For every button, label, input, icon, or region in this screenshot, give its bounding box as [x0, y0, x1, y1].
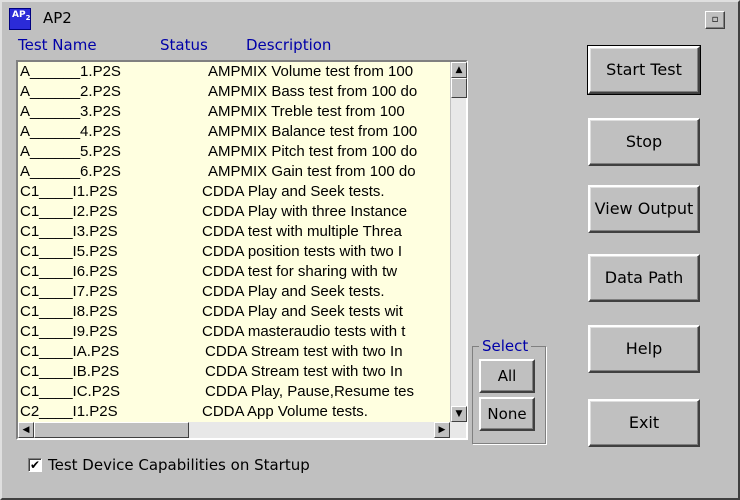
test-name: A______1.P2S	[20, 63, 121, 80]
test-description: CDDA Play and Seek tests.	[202, 283, 385, 300]
test-description: AMPMIX Treble test from 100	[208, 103, 405, 120]
list-item[interactable]: A______6.P2S AMPMIX Gain test from 100 do	[18, 162, 450, 182]
test-description: CDDA Stream test with two In	[205, 363, 403, 380]
title-bar[interactable]: AP2 AP2 ▫	[3, 3, 737, 30]
window-title: AP2	[43, 9, 72, 27]
startup-checkbox-label[interactable]: Test Device Capabilities on Startup	[48, 456, 310, 474]
list-item[interactable]: C1____IB.P2S CDDA Stream test with two In	[18, 362, 450, 382]
ap2-window: AP2 AP2 ▫ Test Name Status Description A…	[0, 0, 740, 500]
test-description: CDDA App Volume tests.	[202, 403, 368, 420]
test-list-rows: A______1.P2S AMPMIX Volume test from 100 A…	[18, 62, 450, 422]
test-description: AMPMIX Bass test from 100 do	[208, 83, 418, 100]
data-path-button[interactable]: Data Path	[588, 254, 700, 302]
test-description: CDDA masteraudio tests with t	[202, 323, 406, 340]
header-status: Status	[160, 36, 208, 54]
header-description: Description	[246, 36, 332, 54]
test-name: A______2.P2S	[20, 83, 121, 100]
test-name: C1____IB.P2S	[20, 363, 120, 380]
list-item[interactable]: C1____I5.P2S CDDA position tests with two…	[18, 242, 450, 262]
scroll-up-icon[interactable]: ▲	[451, 62, 467, 78]
test-description: AMPMIX Pitch test from 100 do	[208, 143, 418, 160]
test-description: CDDA Stream test with two In	[205, 343, 403, 360]
stop-button[interactable]: Stop	[588, 118, 700, 166]
test-list[interactable]: A______1.P2S AMPMIX Volume test from 100 A…	[16, 60, 468, 440]
test-description: AMPMIX Volume test from 100	[208, 63, 414, 80]
list-item[interactable]: A______2.P2S AMPMIX Bass test from 100 do	[18, 82, 450, 102]
list-item[interactable]: A______5.P2S AMPMIX Pitch test from 100 d…	[18, 142, 450, 162]
scroll-right-icon[interactable]: ▶	[434, 422, 450, 438]
horizontal-scrollbar[interactable]: ◀ ▶	[18, 422, 466, 438]
test-description: CDDA Play with three Instance	[202, 203, 408, 220]
test-description: CDDA test with multiple Threa	[202, 223, 402, 240]
test-name: C1____I7.P2S	[20, 283, 118, 300]
list-item[interactable]: C1____IC.P2S CDDA Play, Pause,Resume tes	[18, 382, 450, 402]
test-name: A______5.P2S	[20, 143, 121, 160]
list-item[interactable]: C1____I3.P2S CDDA test with multiple Thre…	[18, 222, 450, 242]
header-test-name: Test Name	[18, 36, 97, 54]
test-description: CDDA Play, Pause,Resume tes	[205, 383, 414, 400]
test-name: C1____I8.P2S	[20, 303, 118, 320]
test-name: A______4.P2S	[20, 123, 121, 140]
vertical-scroll-thumb[interactable]	[451, 78, 467, 98]
help-button[interactable]: Help	[588, 325, 700, 373]
list-item[interactable]: C1____I7.P2S CDDA Play and Seek tests.	[18, 282, 450, 302]
test-description: AMPMIX Gain test from 100 do	[208, 163, 416, 180]
select-all-button[interactable]: All	[479, 359, 535, 393]
list-item[interactable]: C1____I8.P2S CDDA Play and Seek tests wit	[18, 302, 450, 322]
scroll-down-icon[interactable]: ▼	[451, 406, 467, 422]
horizontal-scroll-thumb[interactable]	[34, 422, 189, 438]
vertical-scrollbar[interactable]: ▲ ▼	[450, 62, 467, 422]
list-item[interactable]: A______4.P2S AMPMIX Balance test from 100	[18, 122, 450, 142]
exit-button[interactable]: Exit	[588, 399, 700, 447]
list-item[interactable]: C2____I1.P2S CDDA App Volume tests.	[18, 402, 450, 422]
restore-button[interactable]: ▫	[705, 11, 725, 29]
app-icon[interactable]: AP2	[9, 8, 31, 30]
test-name: C2____I1.P2S	[20, 403, 118, 420]
test-description: CDDA position tests with two I	[202, 243, 403, 260]
test-description: CDDA test for sharing with tw	[202, 263, 398, 280]
list-item[interactable]: C1____I6.P2S CDDA test for sharing with t…	[18, 262, 450, 282]
test-name: C1____IC.P2S	[20, 383, 121, 400]
test-name: A______6.P2S	[20, 163, 121, 180]
test-description: CDDA Play and Seek tests wit	[202, 303, 403, 320]
test-name: C1____IA.P2S	[20, 343, 120, 360]
select-none-button[interactable]: None	[479, 397, 535, 431]
test-name: C1____I3.P2S	[20, 223, 118, 240]
test-description: CDDA Play and Seek tests.	[202, 183, 385, 200]
test-name: A______3.P2S	[20, 103, 121, 120]
scroll-left-icon[interactable]: ◀	[18, 422, 34, 438]
view-output-button[interactable]: View Output	[588, 185, 700, 233]
list-item[interactable]: C1____I2.P2S CDDA Play with three Instanc…	[18, 202, 450, 222]
test-name: C1____I9.P2S	[20, 323, 118, 340]
startup-checkbox[interactable]: ✔	[28, 458, 42, 472]
test-name: C1____I6.P2S	[20, 263, 118, 280]
test-name: C1____I2.P2S	[20, 203, 118, 220]
start-test-button[interactable]: Start Test	[587, 45, 701, 95]
select-group: Select All None	[472, 337, 546, 444]
test-description: AMPMIX Balance test from 100	[208, 123, 418, 140]
test-name: C1____I5.P2S	[20, 243, 118, 260]
test-name: C1____I1.P2S	[20, 183, 118, 200]
list-item[interactable]: C1____I1.P2S CDDA Play and Seek tests.	[18, 182, 450, 202]
select-group-label: Select	[479, 337, 532, 355]
list-item[interactable]: C1____I9.P2S CDDA masteraudio tests with …	[18, 322, 450, 342]
list-item[interactable]: A______1.P2S AMPMIX Volume test from 100	[18, 62, 450, 82]
list-item[interactable]: C1____IA.P2S CDDA Stream test with two In	[18, 342, 450, 362]
list-item[interactable]: A______3.P2S AMPMIX Treble test from 100	[18, 102, 450, 122]
